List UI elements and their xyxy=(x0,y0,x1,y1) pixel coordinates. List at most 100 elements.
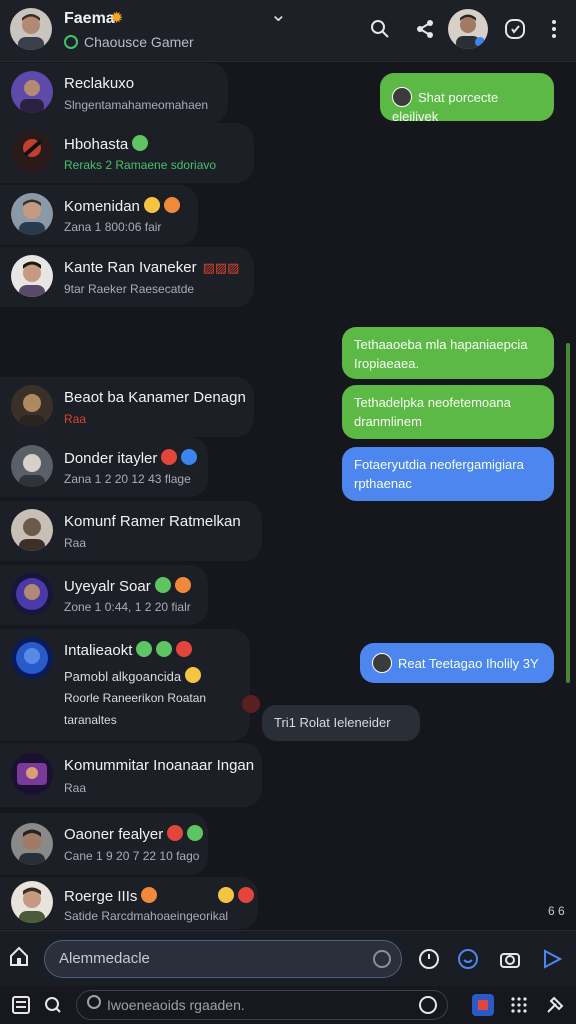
list-item[interactable]: Beaot ba Kanamer Denagn Raa xyxy=(0,377,256,437)
message-bubble[interactable]: Fotaeryutdia neofergamigiara rpthaenac xyxy=(342,447,554,501)
home-icon[interactable] xyxy=(8,945,32,969)
contact-preview-line3: taranaltes xyxy=(64,713,117,727)
list-item[interactable]: Komummitar Inoanaar Ingan Raa xyxy=(0,743,264,807)
contact-preview: Slngentamahameomahaen xyxy=(64,98,209,112)
alien-emoji-icon xyxy=(156,641,173,657)
message-bubble[interactable]: Tethadelpka neofetemoana dranmlinem xyxy=(342,385,554,439)
message-text: Tethaaoeba mla hapaniaepcia Iropiaeaea. xyxy=(354,337,528,371)
list-item[interactable]: Donder itayler Zana 1 2 20 12 43 flage xyxy=(0,437,210,497)
avatar xyxy=(392,87,412,107)
fire-emoji-icon xyxy=(176,641,193,657)
list-item[interactable]: Uyeyalr Soar Zone 1 0:44, 1 2 20 fialr xyxy=(0,565,210,625)
list-item[interactable]: Komunf Ramer Ratmelkan Raa xyxy=(0,501,264,561)
gem-emoji-icon xyxy=(181,449,198,465)
chevron-down-icon[interactable]: ⌄ xyxy=(270,2,287,27)
reaction-icon[interactable] xyxy=(242,695,260,713)
message-bubble[interactable]: Tri1 Rolat Ieleneider xyxy=(262,705,420,741)
message-composer: Alemmedacle xyxy=(0,930,576,986)
grid-icon[interactable] xyxy=(508,994,530,1016)
search-icon[interactable] xyxy=(367,16,393,42)
list-item[interactable]: Hbohasta Reraks 2 Ramaene sdoriavo xyxy=(0,123,256,183)
page-title: Faema xyxy=(64,10,115,27)
contact-name: Uyeyalr Soar xyxy=(64,577,191,595)
grin-emoji-icon xyxy=(174,577,191,593)
heart-emoji-icon xyxy=(161,449,178,465)
contact-preview: Raa xyxy=(64,412,87,426)
list-item[interactable]: Intalieaokt Pamobl alkgoancida Roorle Ra… xyxy=(0,629,252,741)
search-input[interactable]: Iwoeneaoids rgaaden. xyxy=(76,990,448,1020)
contact-preview: Zana 1 800:06 fair xyxy=(64,220,162,234)
chat-area: Reclakuxo Slngentamahameomahaen Hbohasta… xyxy=(0,63,576,929)
list-item[interactable]: Roerge IIIs Satide Rarcdmahoaeingeorikal xyxy=(0,877,260,929)
sticker-icon[interactable] xyxy=(456,947,480,971)
contact-name: Komunf Ramer Ratmelkan xyxy=(64,513,241,530)
avatar xyxy=(11,131,53,173)
angry-emoji-icon xyxy=(167,825,184,841)
contact-preview: Pamobl alkgoancida xyxy=(64,667,202,684)
avatar xyxy=(11,445,53,487)
chat-header: Faema ✹ Chaousce Gamer ⌄ xyxy=(0,0,576,62)
avatar xyxy=(11,385,53,427)
message-text: Tethadelpka neofetemoana dranmlinem xyxy=(354,395,511,429)
contact-preview: Raa xyxy=(64,781,87,795)
smile-emoji-icon xyxy=(154,577,171,593)
contact-name: Reclakuxo xyxy=(64,75,135,92)
leaf-emoji-icon xyxy=(132,135,149,151)
message-bubble[interactable]: Tethaaoeba mla hapaniaepcia Iropiaeaea. xyxy=(342,327,554,379)
search-icon xyxy=(87,995,101,1009)
message-text: Tri1 Rolat Ieleneider xyxy=(274,715,391,730)
list-item[interactable]: Komenidan Zana 1 800:06 fair xyxy=(0,185,200,245)
list-item[interactable]: Kante Ran Ivaneker ▨▨▨ 9tar Raeker Raesec… xyxy=(0,247,256,307)
message-input[interactable]: Alemmedacle xyxy=(44,940,402,978)
gallery-icon[interactable] xyxy=(10,994,32,1016)
avatar xyxy=(11,71,53,113)
more-options-icon[interactable] xyxy=(541,16,567,42)
avatar xyxy=(11,753,53,795)
contact-preview-line2: Roorle Raneerikon Roatan xyxy=(64,691,207,705)
contact-preview: Reraks 2 Ramaene sdoriavo xyxy=(64,158,217,172)
avatar xyxy=(11,881,53,923)
clock-icon[interactable] xyxy=(417,947,441,971)
message-input-placeholder: Alemmedacle xyxy=(59,950,150,967)
contact-name: Hbohasta xyxy=(64,135,149,153)
contact-preview: Cane 1 9 20 7 22 10 fago xyxy=(64,849,200,863)
record-icon[interactable] xyxy=(373,950,391,968)
message-bubble[interactable]: Shat porcecte eleilivek xyxy=(380,73,554,124)
contact-preview: 9tar Raeker Raesecatde xyxy=(64,282,195,296)
contact-preview: Satide Rarcdmahoaeingeorikal xyxy=(64,909,229,923)
user-avatar[interactable] xyxy=(448,9,488,49)
header-subtitle: Chaousce Gamer xyxy=(64,34,194,50)
avatar xyxy=(11,509,53,551)
list-item[interactable]: Oaoner fealyer Cane 1 9 20 7 22 10 fago xyxy=(0,813,210,875)
sick-emoji-icon xyxy=(187,825,204,841)
avatar xyxy=(11,823,53,865)
online-status-icon xyxy=(64,35,78,49)
tag-icon: ▨▨▨ xyxy=(202,260,240,275)
sun-emoji-icon: ✹ xyxy=(110,10,124,27)
share-icon[interactable] xyxy=(412,16,438,42)
wink-emoji-icon xyxy=(218,887,234,903)
profile-avatar[interactable] xyxy=(10,8,52,50)
tools-icon[interactable] xyxy=(544,994,566,1016)
search-placeholder: Iwoeneaoids rgaaden. xyxy=(107,997,245,1013)
timer-icon[interactable] xyxy=(502,16,528,42)
lens-icon[interactable] xyxy=(42,994,64,1016)
laugh-emoji-icon xyxy=(141,887,158,903)
list-item[interactable]: Reclakuxo Slngentamahameomahaen xyxy=(0,63,230,123)
camera-icon[interactable] xyxy=(498,947,522,971)
contact-name: Intalieaokt xyxy=(64,641,193,659)
contact-name: Donder itayler xyxy=(64,449,198,467)
message-bubble[interactable]: Reat Teetagao Iholily 3Y xyxy=(360,643,554,683)
angry-emoji-icon xyxy=(163,197,180,213)
contact-name: Komummitar Inoanaar Ingan xyxy=(64,757,255,774)
avatar xyxy=(11,637,53,679)
page-indicator: 6 6 xyxy=(548,904,565,918)
scrollbar[interactable] xyxy=(566,343,570,683)
mic-icon[interactable] xyxy=(419,996,437,1014)
send-icon[interactable] xyxy=(540,947,564,971)
heart-emoji-icon xyxy=(238,887,254,903)
app-icon[interactable] xyxy=(472,994,494,1016)
message-text: Fotaeryutdia neofergamigiara rpthaenac xyxy=(354,457,524,491)
contact-preview: Zone 1 0:44, 1 2 20 fialr xyxy=(64,600,191,614)
bottom-bar: Iwoeneaoids rgaaden. xyxy=(0,986,576,1024)
